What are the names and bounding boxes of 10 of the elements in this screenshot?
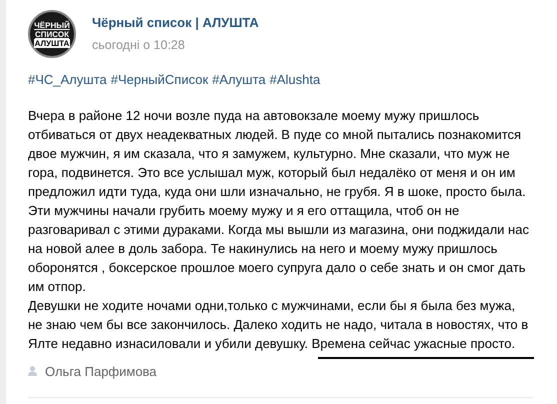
hashtag-link[interactable]: #Alushta xyxy=(270,70,320,90)
group-name-link[interactable]: Чёрный список | АЛУШТА xyxy=(92,12,259,32)
post-paragraph: Вчера в районе 12 ночи возле пуда на автовокзале моему мужу пришлось отбиваться от двух неадекватных людей. В пуде со мной пытались познакомится двое мужчин, я им сказала, что я замужем, культурно. Мне сказали, что муж не гора, подвинется. Это все услышал муж, который был недалёко от меня и он им предложил идти туда, куда они шли изначально, не грубя. Я в шоке, просто была. xyxy=(28,106,527,200)
post-paragraph: Эти мужчины начали грубить моему мужу и я его оттащила, чтоб он не разговаривал с этими дураками. Когда мы вышли из магазина, они поджидали нас на новой алее в доль забора. Те накинулись на него и моему мужу пришлось оборонятся , боксерское прошлое моего супруга дало о себе знать и он смог дать им отпор. xyxy=(28,202,529,296)
hashtag-link[interactable]: #ЧерныйСписок xyxy=(110,70,208,90)
hashtag-link[interactable]: #Алушта xyxy=(212,70,266,90)
group-avatar[interactable]: ЧЁРНЫЙ СПИСОК АЛУШТА xyxy=(28,10,76,58)
author-signature-link[interactable]: Ольга Парфимова xyxy=(45,362,157,381)
post-paragraph: Девушки не ходите ночами одни,только с мужчинами, если бы я была без мужа, не знаю чем бы все закончилось. Далеко ходить не надо, читала в новостях, что в Ялте недавно изнасиловали и убили девушку. Времена сейчас ужасные просто. xyxy=(28,296,529,352)
hashtag-link[interactable]: #ЧС_Алушта xyxy=(28,70,107,90)
